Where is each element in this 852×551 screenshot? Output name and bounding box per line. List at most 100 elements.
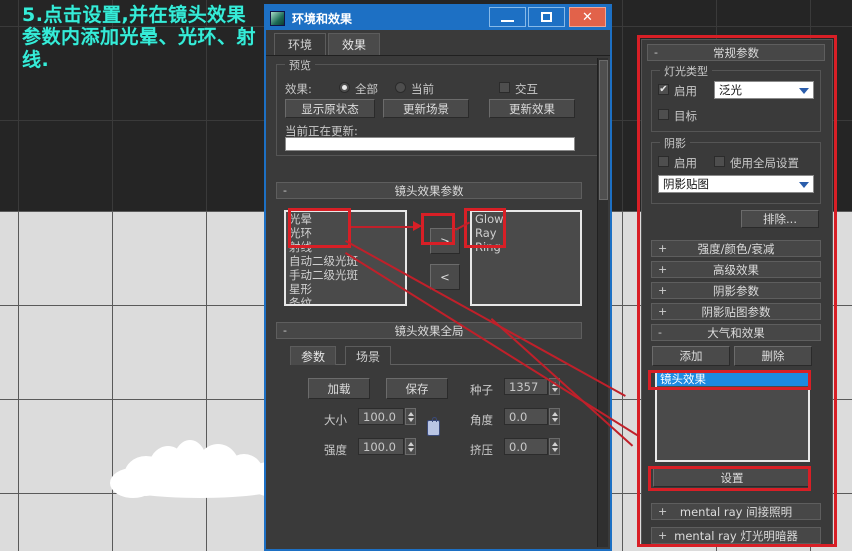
- list-item[interactable]: 自动二级光斑: [286, 254, 405, 268]
- scrollbar-thumb[interactable]: [599, 60, 608, 200]
- collapse-icon[interactable]: -: [654, 46, 658, 59]
- list-item[interactable]: Ring: [472, 240, 580, 254]
- radio-current-label[interactable]: 当前: [411, 81, 434, 97]
- light-type-dropdown[interactable]: 泛光: [714, 81, 814, 99]
- list-item[interactable]: 光环: [286, 226, 405, 240]
- general-params-title: 常规参数: [713, 45, 759, 60]
- size-spinner[interactable]: [405, 408, 416, 425]
- general-params-rollout-header[interactable]: - 常规参数: [647, 44, 825, 61]
- radio-all[interactable]: [339, 82, 350, 93]
- applied-effects-listbox[interactable]: Glow Ray Ring: [470, 210, 582, 306]
- lock-icon[interactable]: [427, 417, 440, 436]
- rollout-intensity-color-attenuation[interactable]: + 强度/颜色/衰减: [651, 240, 821, 257]
- show-original-button[interactable]: 显示原状态: [285, 99, 375, 118]
- intensity-spinner[interactable]: [405, 438, 416, 455]
- rollout-shadow-map-params[interactable]: + 阴影贴图参数: [651, 303, 821, 320]
- list-item[interactable]: Ray: [472, 226, 580, 240]
- atmosphere-effects-listbox[interactable]: 镜头效果: [655, 370, 810, 462]
- list-item[interactable]: 条纹: [286, 296, 405, 304]
- lens-effects-globals-title: 镜头效果全局: [394, 323, 464, 338]
- update-scene-button[interactable]: 更新场景: [383, 99, 469, 118]
- rollout-mental-ray-indirect-illumination[interactable]: + mental ray 间接照明: [651, 503, 821, 520]
- dialog-titlebar[interactable]: 环境和效果 ✕: [266, 6, 610, 30]
- load-button[interactable]: 加载: [308, 378, 370, 399]
- currently-updating-field: [285, 137, 575, 151]
- use-global-checkbox[interactable]: [714, 156, 725, 167]
- seed-spinner[interactable]: [549, 378, 560, 395]
- rollout-title: 阴影贴图参数: [701, 304, 771, 319]
- target-label[interactable]: 目标: [674, 108, 697, 124]
- atmosphere-setup-button[interactable]: 设置: [653, 468, 811, 487]
- tab-scene[interactable]: 场景: [345, 346, 392, 365]
- rollout-shadow-parameters[interactable]: + 阴影参数: [651, 282, 821, 299]
- chevron-down-icon[interactable]: [799, 182, 809, 188]
- collapse-icon[interactable]: -: [283, 324, 287, 337]
- chevron-down-icon[interactable]: [799, 88, 809, 94]
- interactive-label[interactable]: 交互: [515, 81, 538, 97]
- collapse-icon[interactable]: -: [658, 326, 662, 339]
- tab-environment[interactable]: 环境: [274, 33, 327, 55]
- grid-line: [622, 0, 623, 211]
- tab-effects[interactable]: 效果: [328, 33, 381, 55]
- seed-label: 种子: [470, 383, 493, 397]
- shadow-enable-checkbox[interactable]: [658, 156, 669, 167]
- angle-spinner[interactable]: [549, 408, 560, 425]
- expand-icon[interactable]: +: [658, 529, 667, 542]
- available-effects-listbox[interactable]: 光晕 光环 射线 自动二级光斑 手动二级光斑 星形 条纹: [284, 210, 407, 306]
- collapse-icon[interactable]: -: [283, 184, 287, 197]
- light-type-group: 灯光类型 ✔ 启用 泛光 目标: [651, 63, 821, 132]
- remove-effect-button[interactable]: <: [430, 264, 460, 290]
- list-item[interactable]: 星形: [286, 282, 405, 296]
- light-enable-checkbox[interactable]: ✔: [658, 84, 669, 95]
- dialog-scrollbar[interactable]: [597, 58, 608, 547]
- size-field[interactable]: 100.0: [358, 408, 404, 425]
- expand-icon[interactable]: +: [658, 505, 667, 518]
- rollout-atmosphere-effects[interactable]: - 大气和效果: [651, 324, 821, 341]
- lens-effects-params-title: 镜头效果参数: [394, 183, 464, 198]
- squeeze-label: 挤压: [470, 443, 493, 457]
- radio-current[interactable]: [395, 82, 406, 93]
- expand-icon[interactable]: +: [658, 263, 667, 276]
- squeeze-spinner[interactable]: [549, 438, 560, 455]
- list-item[interactable]: 射线: [286, 240, 405, 254]
- minimize-button[interactable]: [489, 7, 526, 27]
- shadow-enable-label[interactable]: 启用: [674, 155, 697, 171]
- expand-icon[interactable]: +: [658, 305, 667, 318]
- tab-parameters[interactable]: 参数: [290, 346, 337, 365]
- grid-line: [206, 211, 207, 551]
- expand-icon[interactable]: +: [658, 242, 667, 255]
- dialog-body: 预览 效果: 全部 当前 交互 显示原状态 更新场景 更新效果 当前正在更新: …: [268, 58, 608, 547]
- rollout-mental-ray-light-shader[interactable]: + mental ray 灯光明暗器: [651, 527, 821, 544]
- expand-icon[interactable]: +: [658, 284, 667, 297]
- save-button[interactable]: 保存: [386, 378, 448, 399]
- interactive-checkbox[interactable]: [499, 82, 510, 93]
- light-type-value: 泛光: [719, 83, 742, 97]
- list-item[interactable]: 镜头效果: [657, 372, 808, 386]
- squeeze-field[interactable]: 0.0: [504, 438, 548, 455]
- exclude-button[interactable]: 排除...: [741, 210, 819, 228]
- atmosphere-add-button[interactable]: 添加: [652, 346, 730, 366]
- atmosphere-delete-button[interactable]: 删除: [734, 346, 812, 366]
- list-item[interactable]: 手动二级光斑: [286, 268, 405, 282]
- rollout-advanced-effects[interactable]: + 高级效果: [651, 261, 821, 278]
- close-icon[interactable]: ✕: [569, 7, 606, 27]
- radio-all-label[interactable]: 全部: [355, 81, 378, 97]
- shadow-group: 阴影 启用 使用全局设置 阴影贴图: [651, 135, 821, 204]
- lens-effects-params-rollout-header[interactable]: - 镜头效果参数: [276, 182, 582, 199]
- target-checkbox[interactable]: [658, 109, 669, 120]
- seed-field[interactable]: 1357: [504, 378, 548, 395]
- update-effect-button[interactable]: 更新效果: [489, 99, 575, 118]
- rollout-title: 强度/颜色/衰减: [697, 241, 775, 256]
- list-item[interactable]: 光晕: [286, 212, 405, 226]
- use-global-label[interactable]: 使用全局设置: [730, 155, 799, 171]
- maximize-button[interactable]: [528, 7, 565, 27]
- light-enable-label[interactable]: 启用: [674, 83, 697, 99]
- instruction-annotation: 5.点击设置,并在镜头效果参数内添加光晕、光环、射线.: [22, 4, 257, 71]
- angle-field[interactable]: 0.0: [504, 408, 548, 425]
- shadow-type-dropdown[interactable]: 阴影贴图: [658, 175, 814, 193]
- environment-and-effects-dialog: 环境和效果 ✕ 环境 效果 预览 效果: 全部 当前 交互 显示原状态 更新场景…: [264, 4, 612, 551]
- list-item[interactable]: Glow: [472, 212, 580, 226]
- add-effect-button[interactable]: >: [430, 228, 460, 254]
- lens-effects-globals-rollout-header[interactable]: - 镜头效果全局: [276, 322, 582, 339]
- intensity-field[interactable]: 100.0: [358, 438, 404, 455]
